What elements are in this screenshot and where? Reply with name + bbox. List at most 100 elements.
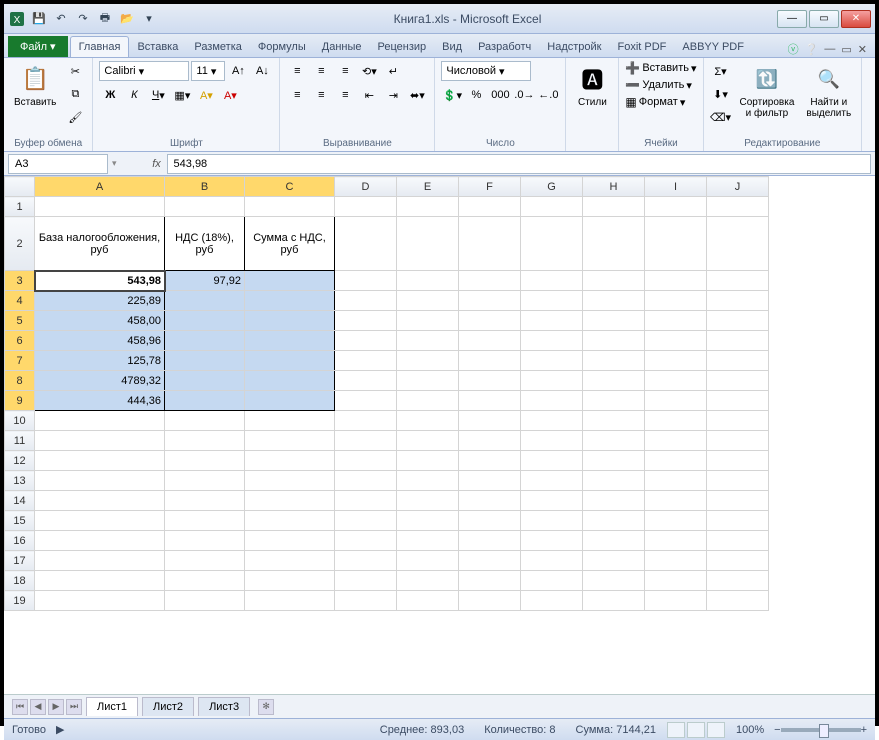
format-painter-icon[interactable]: 🖌 xyxy=(64,107,86,127)
col-header-D[interactable]: D xyxy=(335,177,397,197)
cell-I16[interactable] xyxy=(645,531,707,551)
cell-J14[interactable] xyxy=(707,491,769,511)
cell-I8[interactable] xyxy=(645,371,707,391)
cell-D16[interactable] xyxy=(335,531,397,551)
qat-dropdown-icon[interactable]: ▾ xyxy=(140,10,158,28)
cell-D4[interactable] xyxy=(335,291,397,311)
cell-F10[interactable] xyxy=(459,411,521,431)
tab-home[interactable]: Главная xyxy=(70,36,130,57)
cell-H10[interactable] xyxy=(583,411,645,431)
select-all-corner[interactable] xyxy=(5,177,35,197)
tab-data[interactable]: Данные xyxy=(314,37,370,57)
cell-J6[interactable] xyxy=(707,331,769,351)
tab-view[interactable]: Вид xyxy=(434,37,470,57)
sheet-nav-next-icon[interactable]: ▶ xyxy=(48,699,64,715)
cell-I6[interactable] xyxy=(645,331,707,351)
cell-G13[interactable] xyxy=(521,471,583,491)
cell-E14[interactable] xyxy=(397,491,459,511)
zoom-in-icon[interactable]: + xyxy=(861,724,867,736)
cell-B2[interactable]: НДС (18%), руб xyxy=(165,217,245,271)
align-right-icon[interactable]: ≡ xyxy=(334,85,356,105)
col-header-E[interactable]: E xyxy=(397,177,459,197)
cell-G7[interactable] xyxy=(521,351,583,371)
cell-A18[interactable] xyxy=(35,571,165,591)
cell-F4[interactable] xyxy=(459,291,521,311)
currency-icon[interactable]: 💲▾ xyxy=(441,85,463,105)
cell-H5[interactable] xyxy=(583,311,645,331)
cell-B14[interactable] xyxy=(165,491,245,511)
tab-developer[interactable]: Разработч xyxy=(470,37,539,57)
cell-G14[interactable] xyxy=(521,491,583,511)
cell-D14[interactable] xyxy=(335,491,397,511)
wrap-text-icon[interactable]: ↵ xyxy=(382,61,404,81)
cell-H4[interactable] xyxy=(583,291,645,311)
row-header-18[interactable]: 18 xyxy=(5,571,35,591)
cell-E6[interactable] xyxy=(397,331,459,351)
cell-C2[interactable]: Сумма с НДС, руб xyxy=(245,217,335,271)
cell-H16[interactable] xyxy=(583,531,645,551)
cell-G19[interactable] xyxy=(521,591,583,611)
cell-B3[interactable]: 97,92 xyxy=(165,271,245,291)
cell-I1[interactable] xyxy=(645,197,707,217)
cell-A19[interactable] xyxy=(35,591,165,611)
tab-layout[interactable]: Разметка xyxy=(186,37,250,57)
cell-J11[interactable] xyxy=(707,431,769,451)
cell-F18[interactable] xyxy=(459,571,521,591)
view-normal-icon[interactable] xyxy=(667,722,685,738)
cell-I13[interactable] xyxy=(645,471,707,491)
row-header-12[interactable]: 12 xyxy=(5,451,35,471)
cell-G18[interactable] xyxy=(521,571,583,591)
delete-cells-icon[interactable]: ➖ xyxy=(625,78,640,92)
border-icon[interactable]: ▦▾ xyxy=(171,85,193,105)
sheet-nav-first-icon[interactable]: ⏮ xyxy=(12,699,28,715)
cell-A14[interactable] xyxy=(35,491,165,511)
cell-D9[interactable] xyxy=(335,391,397,411)
cell-G1[interactable] xyxy=(521,197,583,217)
cell-G10[interactable] xyxy=(521,411,583,431)
cell-B11[interactable] xyxy=(165,431,245,451)
cell-H1[interactable] xyxy=(583,197,645,217)
col-header-F[interactable]: F xyxy=(459,177,521,197)
minimize-ribbon-icon[interactable]: ⓥ xyxy=(788,41,799,57)
undo-icon[interactable]: ↶ xyxy=(52,10,70,28)
cell-D1[interactable] xyxy=(335,197,397,217)
cell-G17[interactable] xyxy=(521,551,583,571)
cell-A9[interactable]: 444,36 xyxy=(35,391,165,411)
cell-A8[interactable]: 4789,32 xyxy=(35,371,165,391)
cell-J16[interactable] xyxy=(707,531,769,551)
cell-C3[interactable] xyxy=(245,271,335,291)
new-sheet-icon[interactable]: ✻ xyxy=(258,699,274,715)
cell-B16[interactable] xyxy=(165,531,245,551)
cell-J19[interactable] xyxy=(707,591,769,611)
clear-icon[interactable]: ⌫▾ xyxy=(710,107,732,127)
font-name-combo[interactable]: Calibri▾ xyxy=(99,61,189,81)
cell-E7[interactable] xyxy=(397,351,459,371)
cell-B18[interactable] xyxy=(165,571,245,591)
bold-icon[interactable]: Ж xyxy=(99,85,121,105)
cell-F8[interactable] xyxy=(459,371,521,391)
doc-restore-icon[interactable]: ▭ xyxy=(841,43,851,56)
cell-F19[interactable] xyxy=(459,591,521,611)
cell-F7[interactable] xyxy=(459,351,521,371)
cell-C9[interactable] xyxy=(245,391,335,411)
delete-cells-label[interactable]: Удалить xyxy=(642,79,684,91)
row-header-14[interactable]: 14 xyxy=(5,491,35,511)
cell-B5[interactable] xyxy=(165,311,245,331)
font-color-icon[interactable]: A▾ xyxy=(219,85,241,105)
cell-J3[interactable] xyxy=(707,271,769,291)
row-header-8[interactable]: 8 xyxy=(5,371,35,391)
cell-G12[interactable] xyxy=(521,451,583,471)
maximize-button[interactable]: ▭ xyxy=(809,10,839,28)
indent-decrease-icon[interactable]: ⇤ xyxy=(358,85,380,105)
cell-H8[interactable] xyxy=(583,371,645,391)
col-header-B[interactable]: B xyxy=(165,177,245,197)
cell-F11[interactable] xyxy=(459,431,521,451)
paste-button[interactable]: 📋 Вставить xyxy=(10,61,60,110)
tab-addins[interactable]: Надстройк xyxy=(539,37,609,57)
cell-J18[interactable] xyxy=(707,571,769,591)
cell-D7[interactable] xyxy=(335,351,397,371)
cell-C8[interactable] xyxy=(245,371,335,391)
cell-I11[interactable] xyxy=(645,431,707,451)
cell-A17[interactable] xyxy=(35,551,165,571)
format-cells-label[interactable]: Формат xyxy=(639,96,678,108)
